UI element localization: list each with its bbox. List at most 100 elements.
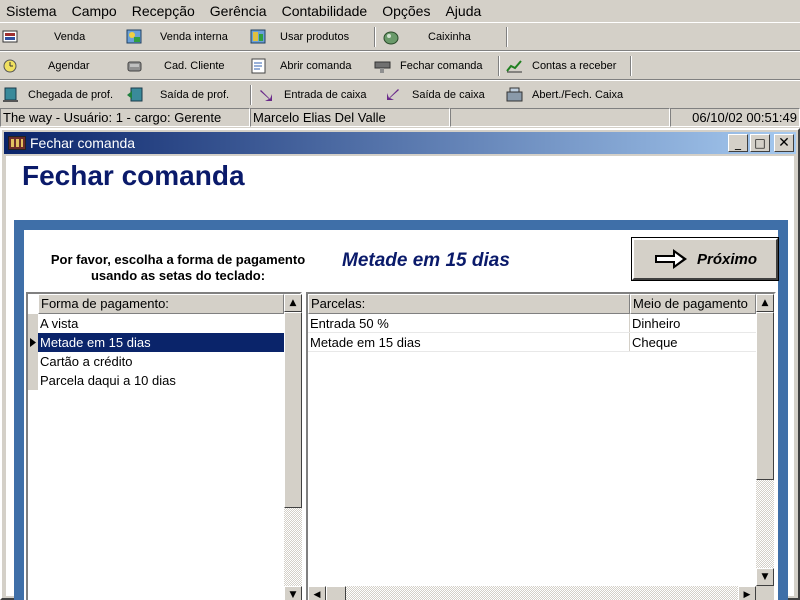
row-indicator-icon (28, 333, 38, 352)
schedule-icon (2, 58, 20, 74)
cash-in-icon (258, 87, 276, 103)
status-bar: The way - Usuário: 1 - cargo: Gerente Ma… (0, 108, 800, 127)
receivables-icon (506, 58, 524, 74)
status-blank (450, 108, 670, 127)
venda-interna-label: Venda interna (160, 31, 228, 43)
fechar-comanda-window: Fechar comanda _ □ ✕ Fechar comanda Por … (0, 128, 800, 600)
saida-caixa-button[interactable]: Saída de caixa (384, 85, 485, 105)
scroll-left-button[interactable]: ◀ (308, 586, 326, 600)
arrow-right-icon (653, 248, 689, 270)
client-register-icon (126, 58, 144, 74)
fechar-comanda-label: Fechar comanda (400, 60, 483, 72)
menu-gerencia[interactable]: Gerência (204, 3, 273, 19)
scroll-up-button[interactable]: ▲ (756, 294, 774, 312)
professional-exit-icon (126, 87, 144, 103)
fechar-comanda-button[interactable]: Fechar comanda (374, 56, 483, 76)
open-order-icon (250, 58, 268, 74)
usar-produtos-button[interactable]: Usar produtos (250, 27, 349, 47)
scroll-thumb[interactable] (756, 312, 774, 480)
selected-payment-method: Metade em 15 dias (342, 250, 510, 271)
cash-register-icon (506, 87, 524, 103)
agendar-button[interactable]: Agendar (2, 56, 90, 76)
installments-grid[interactable]: Parcelas: Meio de pagamento Entrada 50 %… (306, 292, 776, 600)
cad-cliente-button[interactable]: Cad. Cliente (126, 56, 225, 76)
menu-campo[interactable]: Campo (66, 3, 123, 19)
saida-prof-button[interactable]: Saída de prof. (126, 85, 229, 105)
cad-cliente-label: Cad. Cliente (164, 60, 225, 72)
tip-box-icon (382, 29, 400, 45)
minimize-button[interactable]: _ (728, 134, 748, 152)
scroll-up-button[interactable]: ▲ (284, 294, 302, 312)
saida-caixa-label: Saída de caixa (412, 89, 485, 101)
instruction-line-1: Por favor, escolha a forma de pagamento (50, 252, 306, 267)
venda-button[interactable]: Venda (2, 27, 85, 47)
usar-produtos-label: Usar produtos (280, 31, 350, 43)
content-frame: Por favor, escolha a forma de pagamento … (14, 220, 788, 600)
venda-interna-button[interactable]: Venda interna (126, 27, 228, 47)
menu-opcoes[interactable]: Opções (376, 3, 436, 19)
list-item[interactable]: Parcela daqui a 10 dias (38, 371, 284, 390)
menu-contabilidade[interactable]: Contabilidade (276, 3, 374, 19)
list-item[interactable]: A vista (38, 314, 284, 333)
toolbar-row-1: Venda Venda interna Usar produtos Caixin… (0, 22, 800, 51)
abert-fech-caixa-label: Abert./Fech. Caixa (532, 89, 624, 101)
window-title: Fechar comanda (30, 135, 136, 151)
window-titlebar[interactable]: Fechar comanda _ □ ✕ (4, 132, 796, 154)
menu-sistema[interactable]: Sistema (0, 3, 63, 19)
caixinha-button[interactable]: Caixinha (382, 27, 471, 47)
entrada-caixa-button[interactable]: Entrada de caixa (258, 85, 367, 105)
products-icon (250, 29, 268, 45)
abrir-comanda-button[interactable]: Abrir comanda (250, 56, 352, 76)
scroll-right-button[interactable]: ▶ (738, 586, 756, 600)
cash-out-icon (384, 87, 402, 103)
installments-header: Parcelas: (308, 294, 630, 314)
scroll-thumb[interactable] (326, 586, 346, 600)
scroll-down-button[interactable]: ▼ (284, 586, 302, 600)
page-title: Fechar comanda (22, 160, 245, 191)
payment-means-header: Meio de pagamento (630, 294, 756, 314)
chegada-prof-button[interactable]: Chegada de prof. (2, 85, 113, 105)
chegada-prof-label: Chegada de prof. (28, 89, 114, 101)
list-item-selected[interactable]: Metade em 15 dias (38, 333, 284, 352)
payment-list-scrollbar[interactable]: ▲ ▼ (284, 294, 302, 600)
installments-vertical-scrollbar[interactable]: ▲ ▼ (756, 294, 774, 586)
payment-method-list[interactable]: Forma de pagamento: A vista Metade em 15… (26, 292, 302, 600)
status-user-name: Marcelo Elias Del Valle (250, 108, 450, 127)
entrada-caixa-label: Entrada de caixa (284, 89, 367, 101)
menu-bar: Sistema Campo Recepção Gerência Contabil… (0, 0, 800, 22)
status-user-info: The way - Usuário: 1 - cargo: Gerente (0, 108, 250, 127)
table-cell: Metade em 15 dias (310, 335, 421, 350)
internal-sale-icon (126, 29, 144, 45)
payment-method-header: Forma de pagamento: (38, 294, 284, 314)
venda-label: Venda (54, 31, 86, 43)
maximize-button[interactable]: □ (750, 134, 770, 152)
menu-recepcao[interactable]: Recepção (126, 3, 201, 19)
menu-ajuda[interactable]: Ajuda (439, 3, 487, 19)
close-order-icon (374, 58, 392, 74)
table-cell: Cheque (632, 335, 678, 350)
instruction-text: Por favor, escolha a forma de pagamento … (30, 252, 326, 284)
window-client: Fechar comanda Por favor, escolha a form… (6, 156, 794, 600)
sale-icon (2, 29, 20, 45)
content-panel: Por favor, escolha a forma de pagamento … (24, 230, 779, 600)
close-button[interactable]: ✕ (774, 134, 794, 152)
status-datetime: 06/10/02 00:51:49 (670, 108, 800, 127)
abert-fech-caixa-button[interactable]: Abert./Fech. Caixa (506, 85, 623, 105)
saida-prof-label: Saída de prof. (160, 89, 230, 101)
toolbar-row-3: Chegada de prof. Saída de prof. Entrada … (0, 80, 800, 109)
installments-horizontal-scrollbar[interactable]: ◀ ▶ (308, 586, 756, 600)
agendar-label: Agendar (48, 60, 90, 72)
next-button[interactable]: Próximo (631, 237, 779, 281)
app-icon (8, 136, 26, 150)
list-item[interactable]: Cartão a crédito (38, 352, 284, 371)
scroll-thumb[interactable] (284, 312, 302, 508)
table-cell: Entrada 50 % (310, 316, 389, 331)
next-button-label: Próximo (696, 250, 757, 268)
caixinha-label: Caixinha (428, 31, 471, 43)
professional-arrival-icon (2, 87, 20, 103)
scroll-down-button[interactable]: ▼ (756, 568, 774, 586)
contas-a-receber-button[interactable]: Contas a receber (506, 56, 616, 76)
instruction-line-2: usando as setas do teclado: (90, 268, 266, 283)
table-cell: Dinheiro (632, 316, 681, 331)
toolbar-row-2: Agendar Cad. Cliente Abrir comanda Fecha… (0, 51, 800, 80)
